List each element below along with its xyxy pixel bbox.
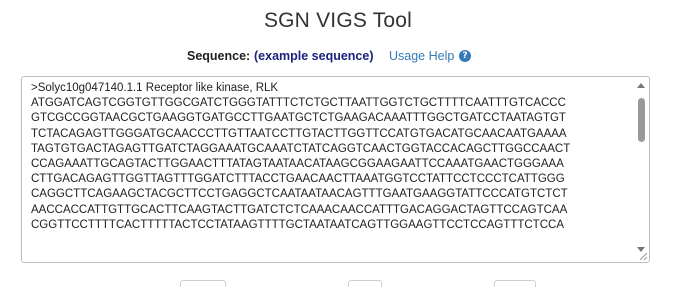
page-title: SGN VIGS Tool [263, 9, 413, 32]
example-sequence-link[interactable]: (example sequence) [254, 49, 374, 63]
sequence-label: Sequence: [187, 49, 251, 63]
textarea-scrollbar[interactable] [635, 78, 648, 254]
sequence-textarea-content[interactable]: >Solyc10g047140.1.1 Receptor like kinase… [31, 81, 631, 261]
resize-grip-icon[interactable] [637, 250, 648, 261]
sequence-textarea[interactable]: >Solyc10g047140.1.1 Receptor like kinase… [21, 76, 650, 263]
fragment-size-input[interactable] [180, 280, 226, 287]
parameter-row-partial [0, 276, 676, 287]
scroll-up-arrow-icon[interactable] [637, 83, 645, 88]
database-select[interactable] [494, 280, 536, 287]
mismatch-input[interactable] [348, 280, 382, 287]
sequence-header: Sequence: (example sequence) Usage Help … [0, 48, 676, 66]
usage-help-link[interactable]: Usage Help [389, 49, 454, 63]
question-circle-icon[interactable]: ? [459, 50, 471, 62]
scroll-thumb[interactable] [638, 98, 645, 142]
